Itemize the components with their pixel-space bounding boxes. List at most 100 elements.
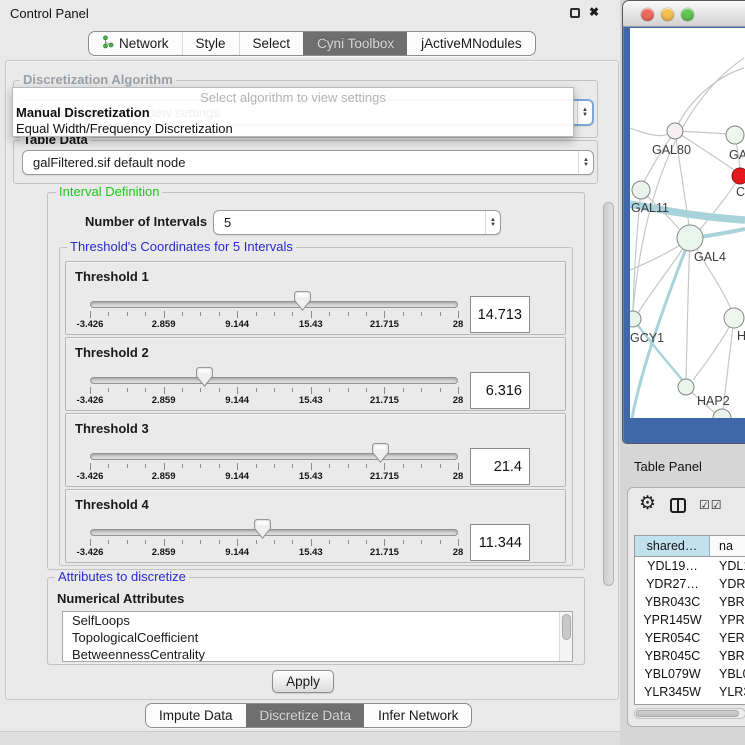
tab-network[interactable]: Network [89,32,182,55]
network-view-window[interactable]: GAL80GACGAL11GAL4GCY1HHAP2 [622,0,745,444]
cell-name[interactable]: YBR0 [710,647,745,665]
network-node[interactable] [678,379,694,395]
network-edge[interactable] [630,244,682,270]
threshold-value-field[interactable] [470,448,530,485]
network-node[interactable] [713,409,731,418]
network-node[interactable] [724,308,744,328]
network-window-titlebar[interactable] [623,1,745,27]
network-canvas[interactable]: GAL80GACGAL11GAL4GCY1HHAP2 [630,28,745,418]
tick-mark [366,388,367,392]
network-edge[interactable] [638,238,690,313]
cell-name[interactable]: YDL1 [710,557,745,575]
tick-mark [421,388,422,392]
cell-name[interactable]: YBR0 [710,593,745,611]
cell-name[interactable]: YPR1 [710,611,745,629]
table-row[interactable]: YDL19…YDL1 [635,557,745,575]
threshold-value-field[interactable] [470,372,530,409]
cell-name[interactable]: YIL0 [710,701,745,705]
network-edge[interactable] [686,238,690,379]
slider-track[interactable] [90,453,458,460]
combo-stepper-icon[interactable]: ▲ ▼ [578,151,593,174]
tab-discretize-data[interactable]: Discretize Data [246,704,365,727]
network-node[interactable] [667,123,683,139]
cell-shared-name[interactable]: YER054C [635,629,710,647]
cell-name[interactable]: YER0 [710,629,745,647]
table-row[interactable]: YBR043CYBR0 [635,593,745,611]
slider-thumb[interactable] [294,291,311,311]
table-row[interactable]: YIL053CYIL0 [635,701,745,705]
cell-name[interactable]: YBL0 [710,665,745,683]
minimize-light-icon[interactable] [661,8,674,21]
close-icon[interactable]: ✖ [589,5,599,19]
slider-track[interactable] [90,377,458,384]
popup-option-manual-discretization[interactable]: Manual Discretization [13,105,573,121]
combo-stepper-icon[interactable]: ▲ ▼ [577,101,592,124]
network-node[interactable] [732,168,745,184]
table-row[interactable]: YBL079WYBL0 [635,665,745,683]
table-horizontal-scrollbar[interactable] [634,708,745,719]
number-of-intervals-combobox[interactable]: 5 ▲ ▼ [213,210,501,235]
tab-cyni-toolbox[interactable]: Cyni Toolbox [303,32,407,55]
table-row[interactable]: YBR045CYBR0 [635,647,745,665]
network-node[interactable] [726,126,744,144]
threshold-value-field[interactable] [470,524,530,561]
attribute-item[interactable]: SelfLoops [63,612,572,629]
cell-name[interactable]: YDR2 [710,575,745,593]
attributes-scrollbar-thumb[interactable] [562,614,571,640]
tab-infer-network[interactable]: Infer Network [364,704,471,727]
attribute-item[interactable]: BetweennessCentrality [63,646,572,662]
control-panel-tabs: NetworkStyleSelectCyni ToolboxjActiveMNo… [88,31,536,56]
settings-scrollbar-thumb[interactable] [603,202,614,586]
table-row[interactable]: YLR345WYLR3 [635,683,745,701]
combo-stepper-icon[interactable]: ▲ ▼ [485,211,500,234]
network-node[interactable] [632,181,650,199]
zoom-light-icon[interactable] [681,8,694,21]
network-node[interactable] [677,225,703,251]
close-light-icon[interactable] [641,8,654,21]
settings-scrollbar[interactable] [601,188,616,662]
table-row[interactable]: YPR145WYPR1 [635,611,745,629]
slider-thumb[interactable] [196,367,213,387]
slider-thumb[interactable] [372,443,389,463]
threshold-panels: Threshold 1 -3.4262.8599.14415.4321.7152… [65,261,568,565]
network-node[interactable] [630,311,641,327]
column-header-name[interactable]: na [710,536,745,556]
split-columns-icon[interactable] [670,498,686,513]
cell-shared-name[interactable]: YBL079W [635,665,710,683]
slider-track[interactable] [90,529,458,536]
cell-name[interactable]: YLR3 [710,683,745,701]
cell-shared-name[interactable]: YDR27… [635,575,710,593]
tick-label: 21.715 [370,471,399,482]
numerical-attributes-list[interactable]: SelfLoopsTopologicalCoefficientBetweenne… [62,611,573,662]
select-columns-icons[interactable]: ☑☑ [699,498,723,512]
tick-mark [348,464,349,468]
table-data-combobox[interactable]: galFiltered.sif default node ▲ ▼ [22,150,594,175]
slider-track[interactable] [90,301,458,308]
tab-impute-data[interactable]: Impute Data [146,704,246,727]
cell-shared-name[interactable]: YPR145W [635,611,710,629]
tab-style[interactable]: Style [182,32,239,55]
tab-select[interactable]: Select [239,32,304,55]
tick-mark [256,540,257,544]
threshold-value-field[interactable] [470,296,530,333]
attributes-scrollbar[interactable] [559,612,572,661]
popup-option-equal-width-frequency[interactable]: Equal Width/Frequency Discretization [13,121,573,137]
gear-icon[interactable]: ⚙ [639,492,656,515]
cell-shared-name[interactable]: YBR045C [635,647,710,665]
column-header-shared-name[interactable]: shared… [635,536,710,556]
table-row[interactable]: YER054CYER0 [635,629,745,647]
network-edge[interactable] [633,319,685,383]
cell-shared-name[interactable]: YBR043C [635,593,710,611]
cell-shared-name[interactable]: YIL053C [635,701,710,705]
float-window-icon[interactable] [570,8,580,18]
slider-thumb[interactable] [254,519,271,539]
apply-button[interactable]: Apply [272,670,334,693]
network-edge[interactable] [630,128,668,136]
tab-jactivemnodules[interactable]: jActiveMNodules [407,32,535,55]
tick-mark [219,540,220,544]
table-horizontal-scrollbar-thumb[interactable] [636,710,739,717]
cell-shared-name[interactable]: YLR345W [635,683,710,701]
table-row[interactable]: YDR27…YDR2 [635,575,745,593]
attribute-item[interactable]: TopologicalCoefficient [63,629,572,646]
cell-shared-name[interactable]: YDL19… [635,557,710,575]
